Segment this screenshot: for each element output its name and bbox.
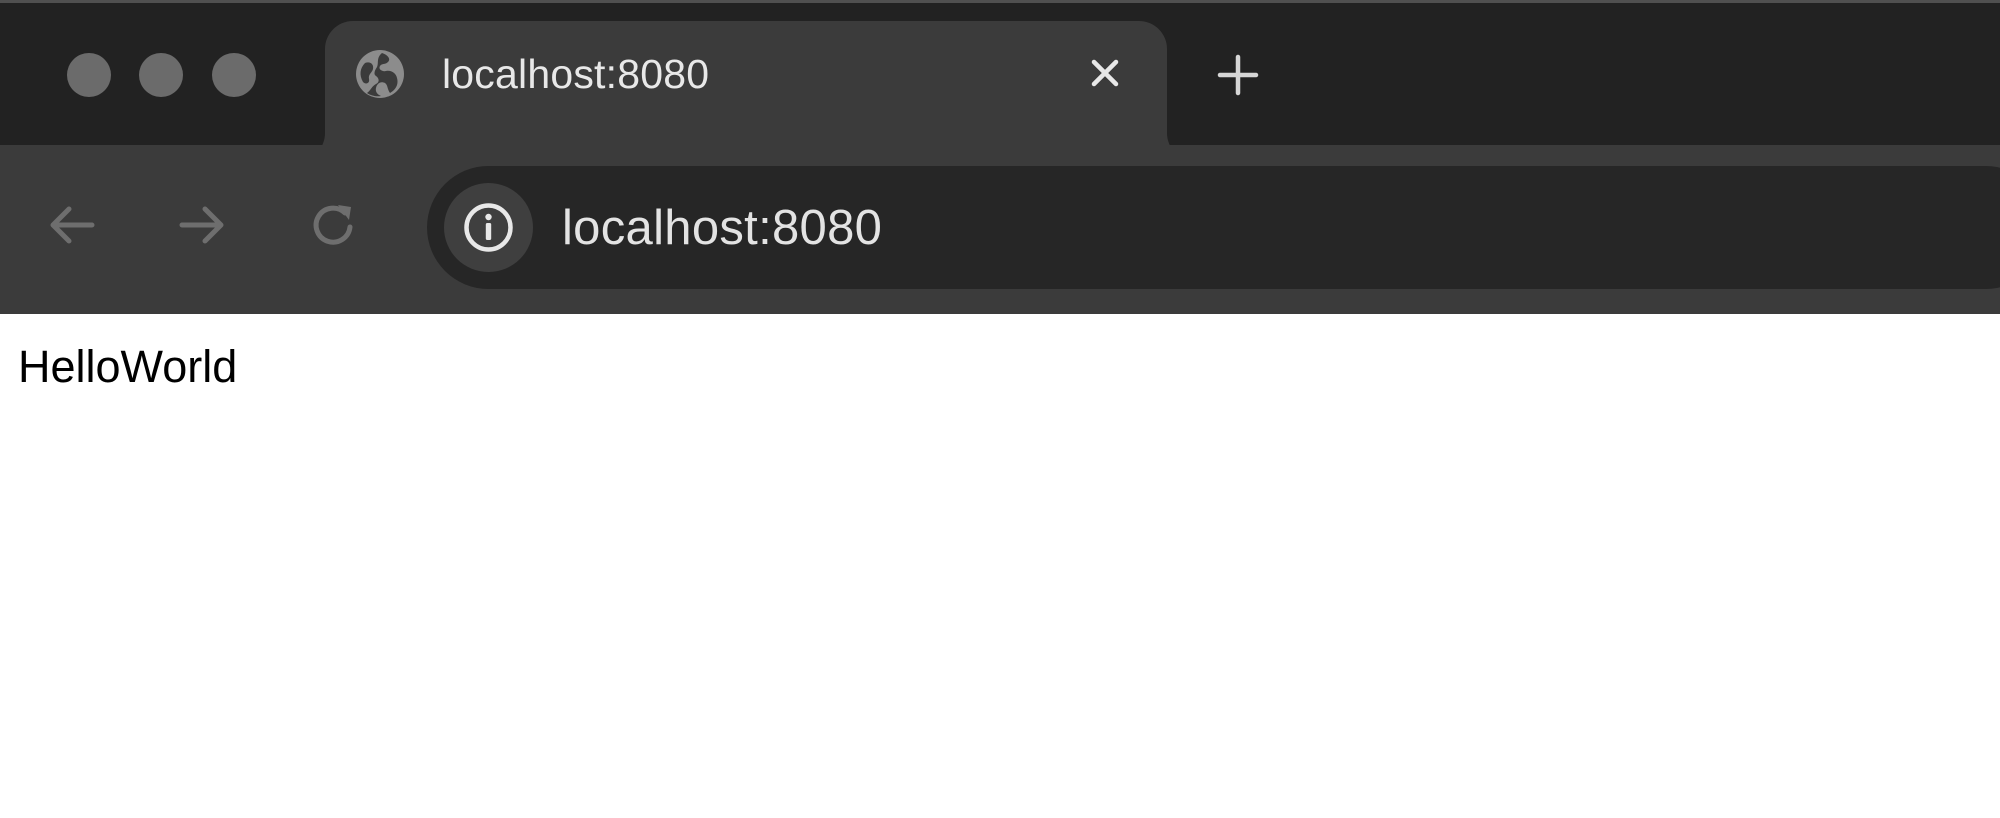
tab-title: localhost:8080 [442, 51, 710, 97]
globe-icon [356, 50, 404, 98]
plus-icon[interactable] [1214, 51, 1262, 99]
close-icon[interactable] [1083, 51, 1127, 95]
arrow-left-icon[interactable] [44, 197, 100, 253]
arrow-right-icon[interactable] [174, 197, 230, 253]
tab-corner-left [297, 133, 325, 145]
address-bar[interactable]: localhost:8080 [427, 166, 2000, 289]
browser-window: localhost:8080 localhost:8080 HelloWorld [0, 0, 2000, 818]
reload-icon[interactable] [305, 197, 361, 253]
page-content: HelloWorld [0, 314, 2000, 818]
window-zoom-button[interactable] [212, 53, 256, 97]
page-text: HelloWorld [18, 341, 238, 392]
site-info-button[interactable] [444, 183, 533, 272]
window-close-button[interactable] [67, 53, 111, 97]
tab-active[interactable]: localhost:8080 [325, 21, 1167, 145]
info-icon [464, 203, 513, 252]
tab-corner-right [1167, 133, 1195, 145]
toolbar: localhost:8080 [0, 145, 2000, 314]
tab-strip: localhost:8080 [0, 0, 2000, 145]
window-minimize-button[interactable] [139, 53, 183, 97]
url-text[interactable]: localhost:8080 [562, 198, 882, 258]
